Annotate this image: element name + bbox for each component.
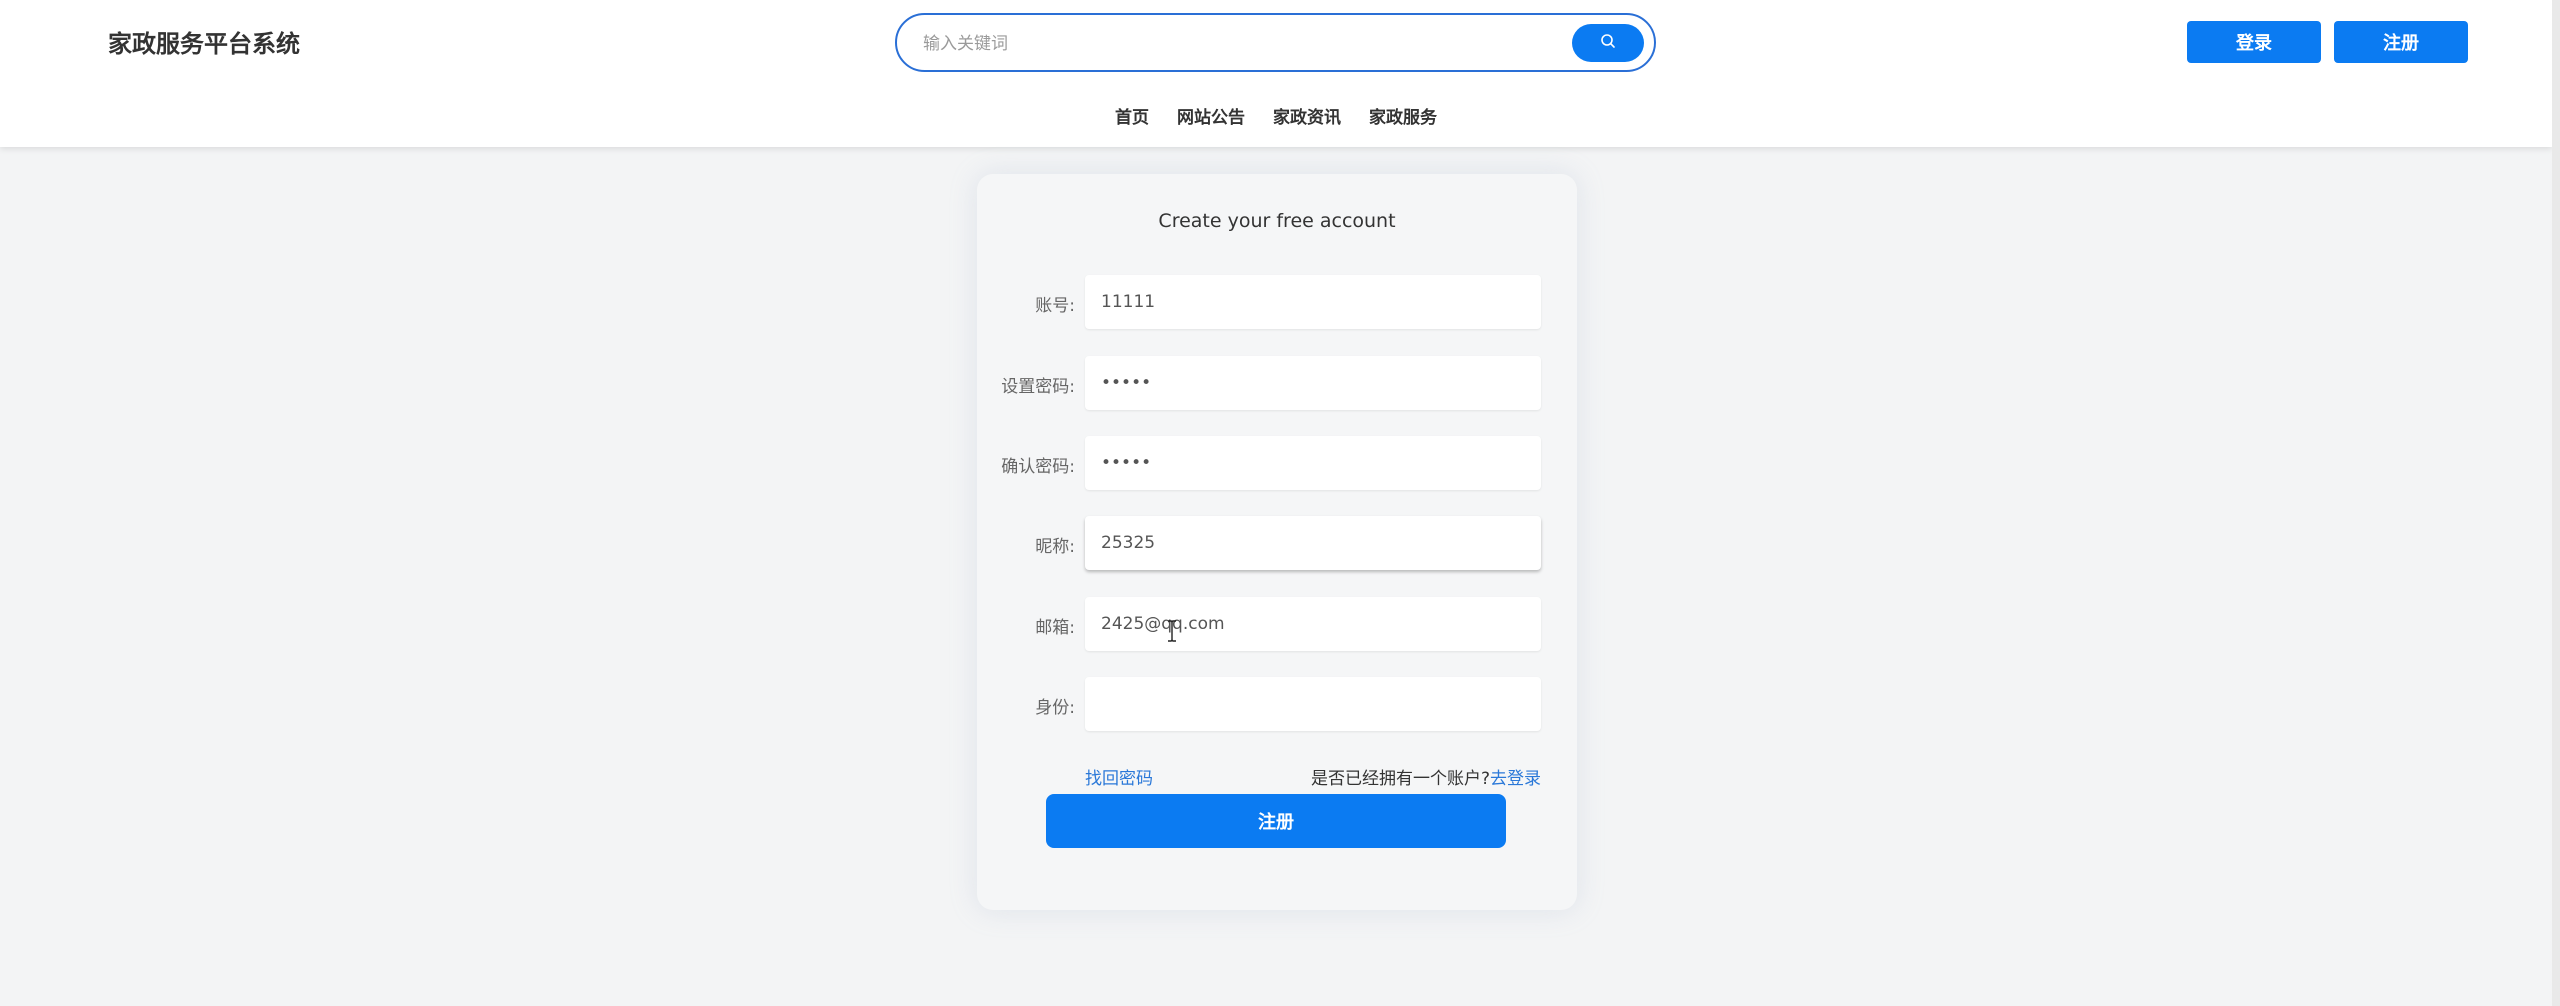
email-field-row: 邮箱: bbox=[977, 597, 1577, 651]
search-button[interactable] bbox=[1572, 24, 1644, 62]
email-input[interactable] bbox=[1085, 597, 1541, 651]
nickname-field-row: 昵称: bbox=[977, 516, 1577, 570]
search-bar[interactable] bbox=[895, 13, 1656, 72]
account-hint-text: 是否已经拥有一个账户? bbox=[1310, 769, 1490, 789]
form-title: Create your free account bbox=[1158, 210, 1396, 232]
confirm-password-input[interactable] bbox=[1085, 436, 1541, 490]
submit-register-button[interactable]: 注册 bbox=[1046, 794, 1506, 848]
nav-item-services[interactable]: 家政服务 bbox=[1369, 104, 1437, 132]
nav-item-news[interactable]: 家政资讯 bbox=[1273, 104, 1341, 132]
account-field-row: 账号: bbox=[977, 275, 1577, 329]
login-button[interactable]: 登录 bbox=[2187, 21, 2321, 63]
main-nav: 首页 网站公告 家政资讯 家政服务 bbox=[1115, 104, 1465, 132]
account-input[interactable] bbox=[1085, 275, 1541, 329]
password-input[interactable] bbox=[1085, 356, 1541, 410]
search-input[interactable] bbox=[921, 27, 1565, 61]
search-icon bbox=[1600, 33, 1616, 53]
confirm-password-field-row: 确认密码: bbox=[977, 436, 1577, 490]
register-button[interactable]: 注册 bbox=[2334, 21, 2468, 63]
goto-login-link[interactable]: 去登录 bbox=[1490, 769, 1541, 789]
nav-item-announcements[interactable]: 网站公告 bbox=[1177, 104, 1245, 132]
confirm-password-label: 确认密码: bbox=[1001, 457, 1075, 477]
password-field-row: 设置密码: bbox=[977, 356, 1577, 410]
account-hint: 是否已经拥有一个账户?去登录 bbox=[1311, 764, 1541, 789]
page-scrollbar[interactable] bbox=[2552, 0, 2560, 1006]
register-form-card: Create your free account 账号: 设置密码: 确认密码:… bbox=[977, 174, 1577, 910]
password-label: 设置密码: bbox=[1001, 377, 1075, 397]
nickname-input[interactable] bbox=[1085, 516, 1541, 570]
form-links-row: 找回密码 是否已经拥有一个账户?去登录 bbox=[977, 764, 1577, 794]
nickname-label: 昵称: bbox=[1035, 537, 1075, 557]
email-label: 邮箱: bbox=[1035, 618, 1075, 638]
identity-input[interactable] bbox=[1085, 677, 1541, 731]
forgot-password-link[interactable]: 找回密码 bbox=[1085, 764, 1153, 789]
identity-label: 身份: bbox=[1035, 698, 1075, 718]
identity-field-row: 身份: bbox=[977, 677, 1577, 731]
text-cursor-icon bbox=[1166, 620, 1178, 642]
top-header: 家政服务平台系统 登录 注册 首页 网站公告 家政资讯 家政服务 bbox=[0, 0, 2552, 147]
site-title: 家政服务平台系统 bbox=[108, 30, 300, 58]
nav-item-home[interactable]: 首页 bbox=[1115, 104, 1149, 132]
account-label: 账号: bbox=[1035, 296, 1075, 316]
